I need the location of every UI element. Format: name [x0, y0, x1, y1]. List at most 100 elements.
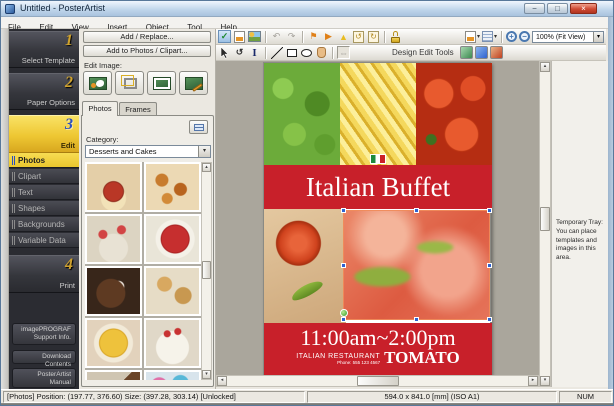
temporary-tray[interactable]: Temporary Tray: You can place templates … [551, 61, 608, 387]
scroll-down-icon[interactable]: ▾ [540, 376, 550, 386]
line-tool[interactable] [270, 46, 283, 59]
tomatoes-image[interactable] [416, 63, 492, 165]
tab-photos[interactable]: Photos [82, 101, 118, 116]
photo-thumbnail[interactable] [85, 318, 142, 368]
poster-title[interactable]: Italian Buffet [264, 165, 492, 209]
restaurant-label[interactable]: ITALIAN RESTAURANT [296, 353, 380, 360]
select-tool[interactable] [218, 46, 231, 59]
canvas-horizontal-scrollbar[interactable]: ◂ ▸ [216, 375, 539, 387]
photo-thumbnail[interactable] [144, 214, 201, 264]
minimize-button[interactable]: − [524, 3, 545, 14]
cutout-button[interactable] [83, 71, 112, 95]
pan-tool[interactable] [315, 46, 328, 59]
dropdown-arrow-icon[interactable]: ▾ [593, 32, 603, 42]
redo-icon[interactable]: ↷ [285, 30, 298, 43]
pasta-image[interactable] [340, 63, 416, 165]
category-dropdown[interactable]: Desserts and Cakes ▾ [85, 145, 211, 158]
restaurant-name[interactable]: TOMATO [384, 350, 460, 365]
poster-title-band[interactable]: Italian Buffet [264, 165, 492, 209]
maximize-button[interactable]: □ [547, 3, 568, 14]
page-layout-dropdown[interactable]: ▾ [465, 31, 480, 43]
selection-handle[interactable] [414, 317, 419, 322]
zoom-out-icon[interactable]: − [519, 31, 530, 42]
add-image-icon[interactable] [233, 30, 246, 43]
selection-handle[interactable] [487, 208, 492, 213]
poster-page[interactable]: Italian Buffet 11:00am~2:00pm ITALIAN RE… [263, 62, 491, 375]
grid-dropdown[interactable]: ▾ [482, 31, 497, 42]
sidebar-item-backgrounds[interactable]: Backgrounds [9, 217, 79, 232]
rectangle-tool[interactable] [285, 46, 298, 59]
distribute-icon[interactable]: ▶ [322, 30, 335, 43]
titlebar[interactable]: Untitled - PosterArtist − □ × [1, 1, 613, 17]
zoom-in-icon[interactable]: + [506, 31, 517, 42]
selection-handle[interactable] [414, 208, 419, 213]
scroll-right-icon[interactable]: ▸ [528, 376, 538, 386]
insert-image-icon[interactable] [248, 30, 261, 43]
design-tool-1-icon[interactable] [460, 46, 473, 59]
rotate-left-icon[interactable]: ↺ [352, 30, 365, 43]
photo-thumbnail[interactable] [85, 370, 142, 380]
photo-thumbnail[interactable] [144, 162, 201, 212]
lock-icon[interactable] [389, 30, 402, 43]
close-button[interactable]: × [570, 3, 597, 14]
scroll-down-icon[interactable]: ▾ [202, 370, 211, 379]
scroll-up-icon[interactable]: ▴ [202, 163, 211, 172]
step-select-template[interactable]: 1 Select Template [9, 31, 79, 68]
scroll-thumb[interactable] [540, 207, 550, 231]
italian-flag-icon[interactable] [370, 154, 386, 164]
selection-handle[interactable] [341, 317, 346, 322]
sidebar-item-text[interactable]: Text [9, 185, 79, 200]
tab-frames[interactable]: Frames [119, 102, 157, 116]
photo-thumbnail[interactable] [85, 266, 142, 316]
design-tool-3-icon[interactable] [490, 46, 503, 59]
add-to-photos-clipart-button[interactable]: Add to Photos / Clipart... [83, 45, 211, 57]
posterartist-manual-button[interactable]: PosterArtist Manual [12, 368, 76, 388]
photo-thumbnail[interactable] [144, 370, 201, 380]
tomato-pea-image[interactable] [264, 209, 346, 323]
design-canvas[interactable]: Italian Buffet 11:00am~2:00pm ITALIAN RE… [216, 61, 539, 375]
zoom-level-select[interactable]: 100% (Fit View) ▾ [532, 31, 604, 43]
dropdown-arrow-icon[interactable]: ▾ [198, 146, 210, 157]
arrange-tool[interactable]: ⇔ [337, 46, 350, 59]
selection-handle[interactable] [341, 208, 346, 213]
imageprograf-support-button[interactable]: imagePROGRAF Support Info. [12, 323, 76, 345]
selection-box[interactable] [343, 210, 490, 320]
sidebar-item-clipart[interactable]: Clipart [9, 169, 79, 184]
scroll-left-icon[interactable]: ◂ [217, 376, 227, 386]
lettuce-image[interactable] [264, 63, 340, 165]
scroll-up-icon[interactable]: ▴ [540, 62, 550, 72]
photo-thumbnail[interactable] [144, 266, 201, 316]
selection-handle[interactable] [487, 263, 492, 268]
selection-handle[interactable] [341, 263, 346, 268]
step-print[interactable]: 4 Print [9, 255, 79, 293]
selection-handle[interactable] [487, 317, 492, 322]
download-contents-button[interactable]: Download Contents [12, 350, 76, 364]
scroll-thumb[interactable] [357, 376, 399, 386]
canvas-vertical-scrollbar[interactable]: ▴ ▾ [539, 61, 551, 387]
frame-button[interactable] [147, 71, 176, 95]
undo-icon[interactable]: ↶ [270, 30, 283, 43]
flip-icon[interactable]: ▲ [337, 30, 350, 43]
rotate-right-icon[interactable]: ↻ [367, 30, 380, 43]
scroll-thumb[interactable] [202, 261, 211, 279]
trim-button[interactable] [115, 71, 144, 95]
rotate-handle[interactable] [340, 309, 348, 317]
check-design-icon[interactable]: ✓ [218, 30, 231, 43]
sidebar-item-variable-data[interactable]: Variable Data [9, 233, 79, 248]
text-tool[interactable]: I [248, 46, 261, 59]
retouch-button[interactable] [179, 71, 208, 95]
poster-bottom-band[interactable]: 11:00am~2:00pm ITALIAN RESTAURANT Phone:… [264, 323, 492, 375]
add-replace-button[interactable]: Add / Replace... [83, 31, 211, 43]
rotate-tool[interactable]: ↺ [233, 46, 246, 59]
photo-scrollbar[interactable]: ▴ ▾ [201, 162, 212, 380]
photo-thumbnail[interactable] [144, 318, 201, 368]
photo-thumbnail[interactable] [85, 214, 142, 264]
step-edit[interactable]: 3 Edit [9, 115, 79, 153]
align-icon[interactable]: ⚑ [307, 30, 320, 43]
sidebar-item-photos[interactable]: Photos [9, 153, 79, 168]
step-paper-options[interactable]: 2 Paper Options [9, 73, 79, 110]
thumbnail-view-button[interactable] [189, 120, 208, 134]
ellipse-tool[interactable] [300, 46, 313, 59]
design-tool-2-icon[interactable] [475, 46, 488, 59]
restaurant-phone[interactable]: Phone: 555 123 4567 [296, 360, 380, 365]
